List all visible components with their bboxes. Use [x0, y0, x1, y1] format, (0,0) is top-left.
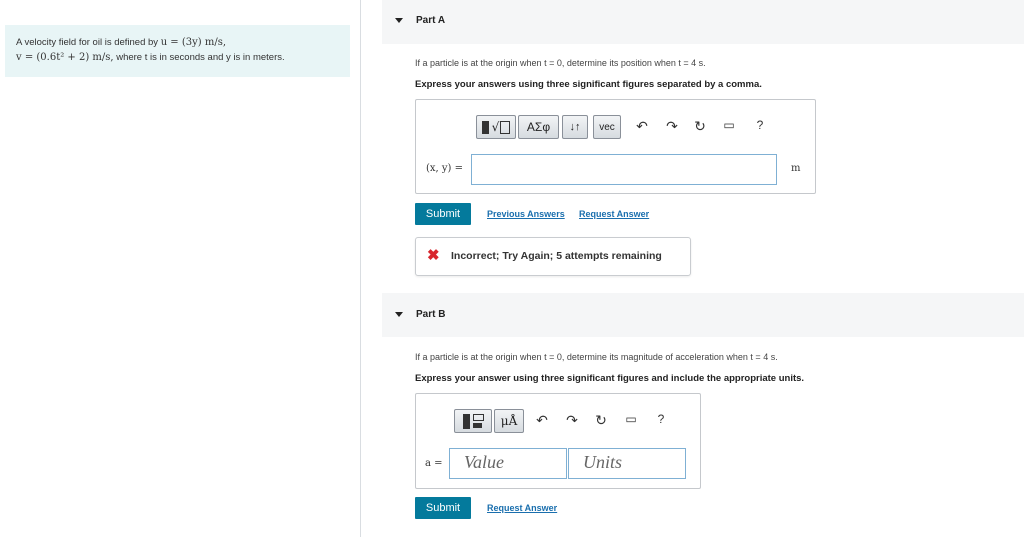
- x-icon: ✖: [427, 247, 440, 264]
- help-button[interactable]: ?: [752, 118, 768, 132]
- reset-icon[interactable]: ↻: [692, 118, 708, 135]
- part-a-question: If a particle is at the origin when t = …: [415, 58, 706, 68]
- keyboard-icon[interactable]: ▭: [721, 118, 737, 132]
- help-button[interactable]: ?: [653, 412, 669, 426]
- vector-button[interactable]: vec: [593, 115, 621, 139]
- reset-icon[interactable]: ↻: [593, 412, 609, 429]
- redo-icon[interactable]: ↷: [664, 118, 680, 135]
- template-block-icon: [462, 413, 470, 429]
- velocity-v-formula: v = (0.6t² + 2) m/s,: [16, 52, 114, 63]
- unit-label: m: [791, 163, 801, 174]
- template-button[interactable]: [454, 409, 492, 433]
- caret-down-icon[interactable]: [395, 312, 403, 317]
- template-block-icon: [481, 120, 489, 134]
- feedback-text: Incorrect; Try Again; 5 attempts remaini…: [451, 250, 662, 262]
- part-b-question: If a particle is at the origin when t = …: [415, 352, 778, 362]
- part-a-instruction: Express your answers using three signifi…: [415, 79, 762, 90]
- position-variable-label: (x, y) =: [426, 163, 464, 174]
- part-a-request-answer-link[interactable]: Request Answer: [579, 209, 649, 219]
- previous-answers-link[interactable]: Previous Answers: [487, 209, 565, 219]
- velocity-u-formula: u = (3y) m/s,: [160, 37, 227, 48]
- greek-symbols-button[interactable]: ΑΣφ: [518, 115, 559, 139]
- keyboard-icon[interactable]: ▭: [623, 412, 639, 426]
- redo-icon[interactable]: ↷: [564, 412, 580, 429]
- problem-panel: A velocity field for oil is defined by u…: [0, 0, 361, 537]
- part-b-instruction: Express your answer using three signific…: [415, 373, 805, 384]
- part-a-title: Part A: [416, 15, 446, 26]
- problem-statement: A velocity field for oil is defined by u…: [5, 25, 350, 77]
- value-placeholder: Value: [464, 452, 504, 472]
- sqrt-icon: √: [491, 120, 500, 134]
- units-button[interactable]: μÅ: [494, 409, 524, 433]
- position-answer-input[interactable]: [471, 154, 777, 185]
- part-b-submit-button[interactable]: Submit: [415, 497, 471, 519]
- value-input[interactable]: Value: [449, 448, 567, 479]
- part-b-title: Part B: [416, 309, 446, 320]
- incorrect-feedback: ✖ Incorrect; Try Again; 5 attempts remai…: [415, 237, 691, 276]
- undo-icon[interactable]: ↶: [534, 412, 550, 429]
- units-input[interactable]: Units: [568, 448, 686, 479]
- part-a-answer-box: √ ΑΣφ ↓↑ vec ↶ ↷ ↻ ▭ ? (x, y) = m: [415, 99, 816, 194]
- caret-down-icon[interactable]: [395, 18, 403, 23]
- part-b-answer-box: μÅ ↶ ↷ ↻ ▭ ? a = Value Units: [415, 393, 701, 489]
- problem-line-1: A velocity field for oil is defined by u…: [16, 37, 227, 48]
- acceleration-variable-label: a =: [425, 458, 443, 469]
- template-button[interactable]: √: [476, 115, 516, 139]
- units-placeholder: Units: [583, 452, 623, 472]
- part-a-submit-button[interactable]: Submit: [415, 203, 471, 225]
- part-b-request-answer-link[interactable]: Request Answer: [487, 503, 557, 513]
- part-a-header[interactable]: Part A: [382, 0, 1024, 44]
- undo-icon[interactable]: ↶: [634, 118, 650, 135]
- subscript-superscript-button[interactable]: ↓↑: [562, 115, 588, 139]
- part-b-header[interactable]: Part B: [382, 293, 1024, 337]
- problem-line-2: v = (0.6t² + 2) m/s, where t is in secon…: [16, 52, 285, 63]
